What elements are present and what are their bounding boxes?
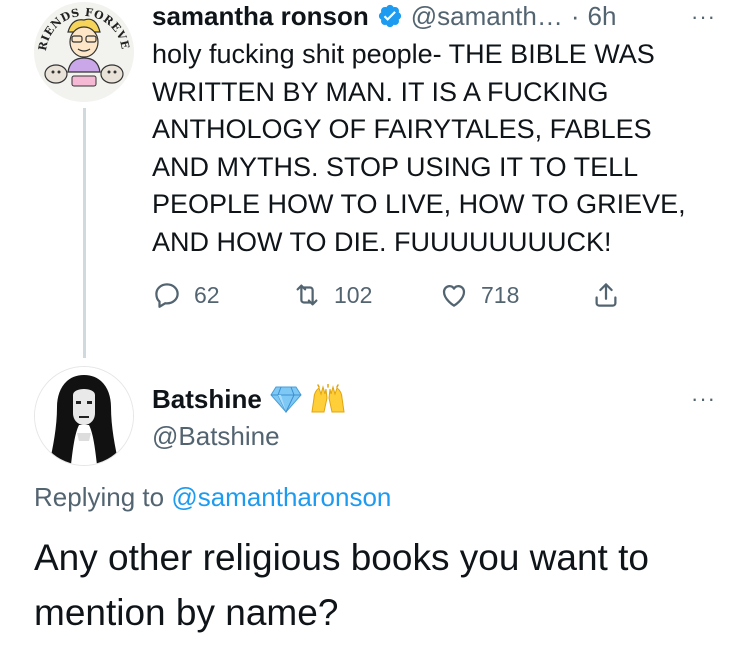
more-options-icon[interactable]: ··· — [691, 386, 716, 412]
reply-header: Batshine — [152, 381, 346, 417]
reply-button[interactable]: 62 — [152, 280, 220, 310]
gem-emoji-icon — [270, 385, 302, 413]
share-button[interactable] — [591, 280, 621, 310]
avatar[interactable] — [34, 366, 134, 466]
reply-text: Any other religious books you want to me… — [34, 537, 649, 633]
like-icon — [442, 285, 466, 307]
replying-prefix: Replying to — [34, 482, 172, 512]
thread-connector-line — [83, 108, 86, 358]
more-options-icon[interactable]: ··· — [691, 4, 716, 30]
replying-to-line: Replying to @samantharonson — [34, 482, 391, 513]
timestamp[interactable]: 6h — [588, 1, 617, 32]
batshine-avatar-icon — [35, 367, 133, 465]
like-button[interactable]: 718 — [439, 280, 519, 310]
reply-author-handle[interactable]: @Batshine — [152, 421, 280, 452]
tweet-action-bar: 62 102 718 — [152, 280, 632, 316]
reply-count: 62 — [194, 281, 220, 308]
tweet-text: holy fucking shit people- THE BIBLE WAS … — [152, 39, 686, 257]
verified-badge-icon — [377, 3, 403, 29]
raised-hands-emoji-icon — [310, 384, 346, 414]
friends-forever-avatar-icon: FRIENDS FOREVER — [34, 2, 134, 102]
like-count: 718 — [481, 281, 520, 308]
reply-icon — [155, 283, 179, 308]
avatar[interactable]: FRIENDS FOREVER — [34, 2, 134, 102]
replying-mention-link[interactable]: @samantharonson — [171, 482, 391, 512]
retweet-icon — [296, 284, 318, 306]
retweet-count: 102 — [334, 281, 373, 308]
retweet-button[interactable]: 102 — [292, 280, 372, 310]
separator-dot: · — [570, 0, 580, 31]
author-handle[interactable]: @samanth… — [411, 1, 563, 32]
tweet-header: samantha ronson @samanth… · 6h — [152, 0, 616, 33]
author-name[interactable]: samantha ronson — [152, 1, 369, 32]
reply-author-name[interactable]: Batshine — [152, 384, 262, 415]
share-icon — [595, 283, 617, 307]
